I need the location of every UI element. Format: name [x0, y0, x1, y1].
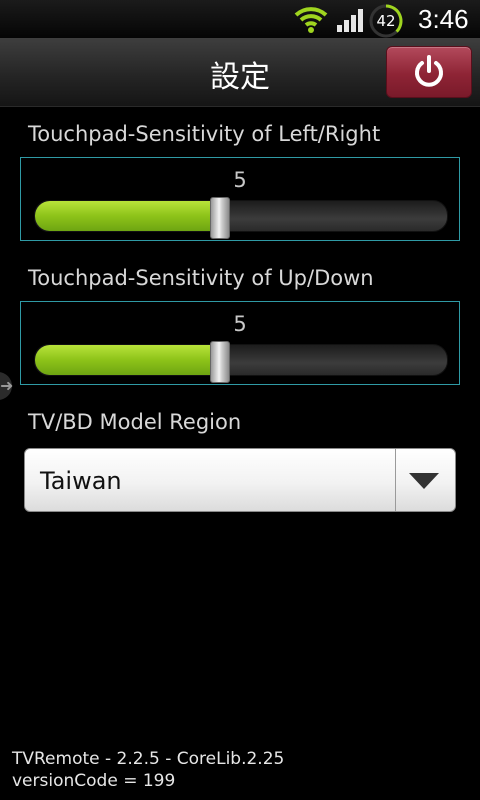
settings-screen: 42 3:46 設定 Touchpad-Sensitivity of Left/… [0, 0, 480, 800]
vertical-sensitivity-slider[interactable] [34, 344, 448, 376]
edge-handle[interactable]: ➜ [0, 372, 14, 400]
status-clock: 3:46 [418, 4, 469, 34]
version-info: TVRemote - 2.2.5 - CoreLib.2.25 versionC… [12, 748, 284, 792]
arrow-right-icon: ➜ [0, 376, 14, 395]
slider-fill [35, 345, 220, 375]
dropdown-divider [395, 449, 396, 511]
region-selected-value: Taiwan [40, 467, 122, 495]
slider-thumb[interactable] [210, 197, 230, 239]
vertical-sensitivity-box: 5 [20, 301, 460, 385]
slider-thumb[interactable] [210, 341, 230, 383]
slider-fill [35, 201, 220, 231]
region-select[interactable]: Taiwan [24, 448, 456, 512]
horizontal-sensitivity-box: 5 [20, 157, 460, 241]
dropdown-arrow-icon[interactable] [409, 473, 439, 489]
battery-icon: 42 [368, 3, 404, 39]
vertical-sensitivity-value: 5 [233, 312, 247, 336]
signal-icon [336, 8, 366, 36]
horizontal-sensitivity-value: 5 [233, 168, 247, 192]
status-bar: 42 3:46 [0, 0, 480, 38]
version-line: TVRemote - 2.2.5 - CoreLib.2.25 [12, 749, 285, 769]
horizontal-sensitivity-slider[interactable] [34, 200, 448, 232]
region-label: TV/BD Model Region [28, 410, 242, 434]
power-button[interactable] [386, 46, 472, 98]
title-bar: 設定 [0, 38, 480, 107]
battery-level: 42 [376, 12, 396, 30]
wifi-icon [294, 5, 328, 37]
horizontal-sensitivity-label: Touchpad-Sensitivity of Left/Right [28, 122, 381, 146]
vertical-sensitivity-label: Touchpad-Sensitivity of Up/Down [28, 266, 374, 290]
version-code: versionCode = 199 [12, 771, 176, 791]
power-icon [415, 55, 443, 87]
